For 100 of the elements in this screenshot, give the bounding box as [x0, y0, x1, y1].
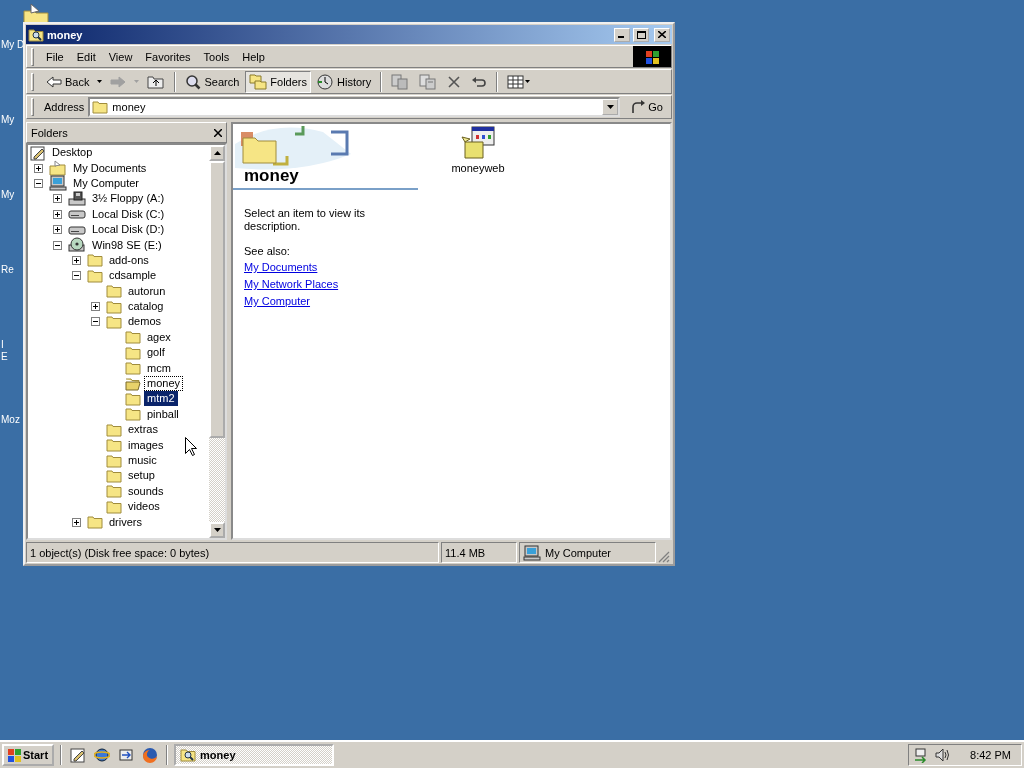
views-icon — [507, 74, 532, 89]
folder-icon — [106, 422, 122, 437]
minimize-button[interactable] — [614, 27, 630, 42]
tree-item[interactable]: setup — [125, 468, 158, 484]
menu-item[interactable]: Edit — [70, 48, 102, 65]
tree-item[interactable]: 3½ Floppy (A:) — [89, 191, 168, 207]
scroll-down-button[interactable] — [209, 522, 225, 538]
tree-item[interactable]: add-ons — [106, 252, 152, 268]
left-arrow-icon — [46, 75, 62, 88]
clock: 8:42 PM — [970, 749, 1012, 761]
link[interactable]: My Computer — [244, 295, 311, 308]
collapse-button[interactable] — [91, 317, 100, 327]
globe-icon — [94, 747, 111, 763]
folder-icon — [125, 407, 141, 422]
start-button[interactable]: Start — [2, 744, 55, 766]
caret-icon — [606, 105, 614, 109]
open-folder-icon — [125, 376, 141, 391]
tree-item[interactable]: music — [125, 453, 160, 468]
taskbar-button[interactable]: money — [174, 744, 335, 766]
tree-item[interactable]: Local Disk (D:) — [89, 222, 168, 238]
speaker-icon — [934, 747, 950, 763]
expand-button[interactable] — [53, 225, 62, 235]
up-folder-icon — [147, 74, 166, 89]
menu-item[interactable]: Help — [236, 48, 271, 65]
close-icon — [658, 31, 666, 38]
expand-button[interactable] — [53, 194, 62, 204]
link[interactable]: My Network Places — [244, 278, 339, 291]
tree-item[interactable]: drivers — [106, 514, 145, 530]
computer-icon — [49, 175, 67, 192]
scroll-thumb[interactable] — [209, 161, 225, 438]
tree-item[interactable]: mcm — [144, 360, 174, 376]
go-button[interactable]: Go — [624, 99, 671, 115]
scrollbar[interactable] — [209, 145, 225, 538]
history-button[interactable]: History — [313, 70, 376, 93]
maximize-icon — [636, 30, 646, 39]
expand-button[interactable] — [34, 163, 43, 173]
folders-button[interactable]: Folders — [245, 70, 311, 93]
tree-item[interactable]: golf — [144, 345, 168, 361]
plus-icon — [74, 519, 79, 525]
collapse-button[interactable] — [72, 271, 81, 281]
tree-item[interactable]: pinball — [144, 406, 182, 422]
folder-search-icon — [28, 27, 44, 42]
tree-item[interactable]: Local Disk (C:) — [89, 206, 168, 222]
search-button[interactable]: Search — [181, 70, 244, 93]
tree-item[interactable]: My Documents — [70, 160, 150, 176]
copy-to-icon — [419, 73, 438, 90]
folder-icon — [106, 438, 122, 453]
link[interactable]: My Documents — [244, 261, 318, 274]
right-arrow-icon — [110, 75, 127, 88]
tree-item[interactable]: autorun — [125, 283, 169, 299]
quick-launch-button[interactable] — [92, 747, 113, 763]
close-icon — [214, 128, 222, 137]
cd-drive-icon — [68, 237, 86, 254]
tree-item[interactable]: videos — [125, 499, 163, 515]
maximize-button[interactable] — [633, 27, 649, 42]
menu-item[interactable]: Favorites — [139, 48, 197, 65]
address-label: Address — [44, 101, 85, 113]
dropdown-button[interactable] — [602, 99, 619, 115]
tree-item[interactable]: My Computer — [70, 175, 143, 191]
tree-item[interactable]: agex — [144, 329, 174, 345]
tree-item[interactable]: images — [125, 437, 167, 453]
file-name[interactable]: moneyweb — [449, 162, 507, 174]
menu-item[interactable]: View — [102, 48, 139, 65]
window-arrows-icon — [118, 747, 135, 763]
menu-item[interactable]: File — [40, 48, 70, 65]
description-text: Select an item to view its description. — [243, 206, 367, 233]
clock-icon — [317, 73, 334, 90]
tree-item[interactable]: Win98 SE (E:) — [89, 237, 165, 253]
tree-item[interactable]: catalog — [125, 299, 167, 315]
menu-item[interactable]: Tools — [197, 48, 236, 65]
tree-item[interactable]: extras — [125, 422, 161, 438]
expand-button[interactable] — [72, 255, 81, 265]
status-text: 1 object(s) (Disk free space: 0 bytes) — [26, 542, 439, 563]
folder-icon — [106, 299, 122, 314]
expand-button[interactable] — [91, 302, 100, 312]
tree-item[interactable]: sounds — [125, 483, 167, 499]
package-icon — [461, 126, 495, 160]
tree-item[interactable]: mtm2 — [144, 391, 178, 407]
folder-icon — [92, 100, 109, 114]
tree-item[interactable]: cdsample — [106, 268, 160, 284]
close-button[interactable] — [214, 128, 222, 137]
back-button[interactable]: Back — [42, 70, 94, 93]
expand-button[interactable] — [72, 517, 81, 527]
collapse-button[interactable] — [34, 178, 43, 188]
icon-label: E — [1, 351, 8, 363]
tree-item[interactable]: demos — [125, 314, 165, 330]
address-field[interactable]: money — [88, 97, 621, 117]
folder-icon — [125, 361, 141, 376]
window-title: money — [47, 28, 83, 41]
scroll-up-button[interactable] — [209, 145, 225, 161]
tree-item[interactable]: Desktop — [49, 145, 96, 161]
minus-icon — [55, 242, 60, 248]
zone-label: My Computer — [545, 546, 612, 559]
flag-icon — [645, 49, 659, 64]
icon-label: My — [1, 189, 15, 201]
collapse-button[interactable] — [53, 240, 62, 250]
status-size: 11.4 MB — [441, 542, 517, 563]
folder-icon — [87, 268, 103, 283]
folder-icon — [106, 468, 122, 483]
expand-button[interactable] — [53, 209, 62, 219]
